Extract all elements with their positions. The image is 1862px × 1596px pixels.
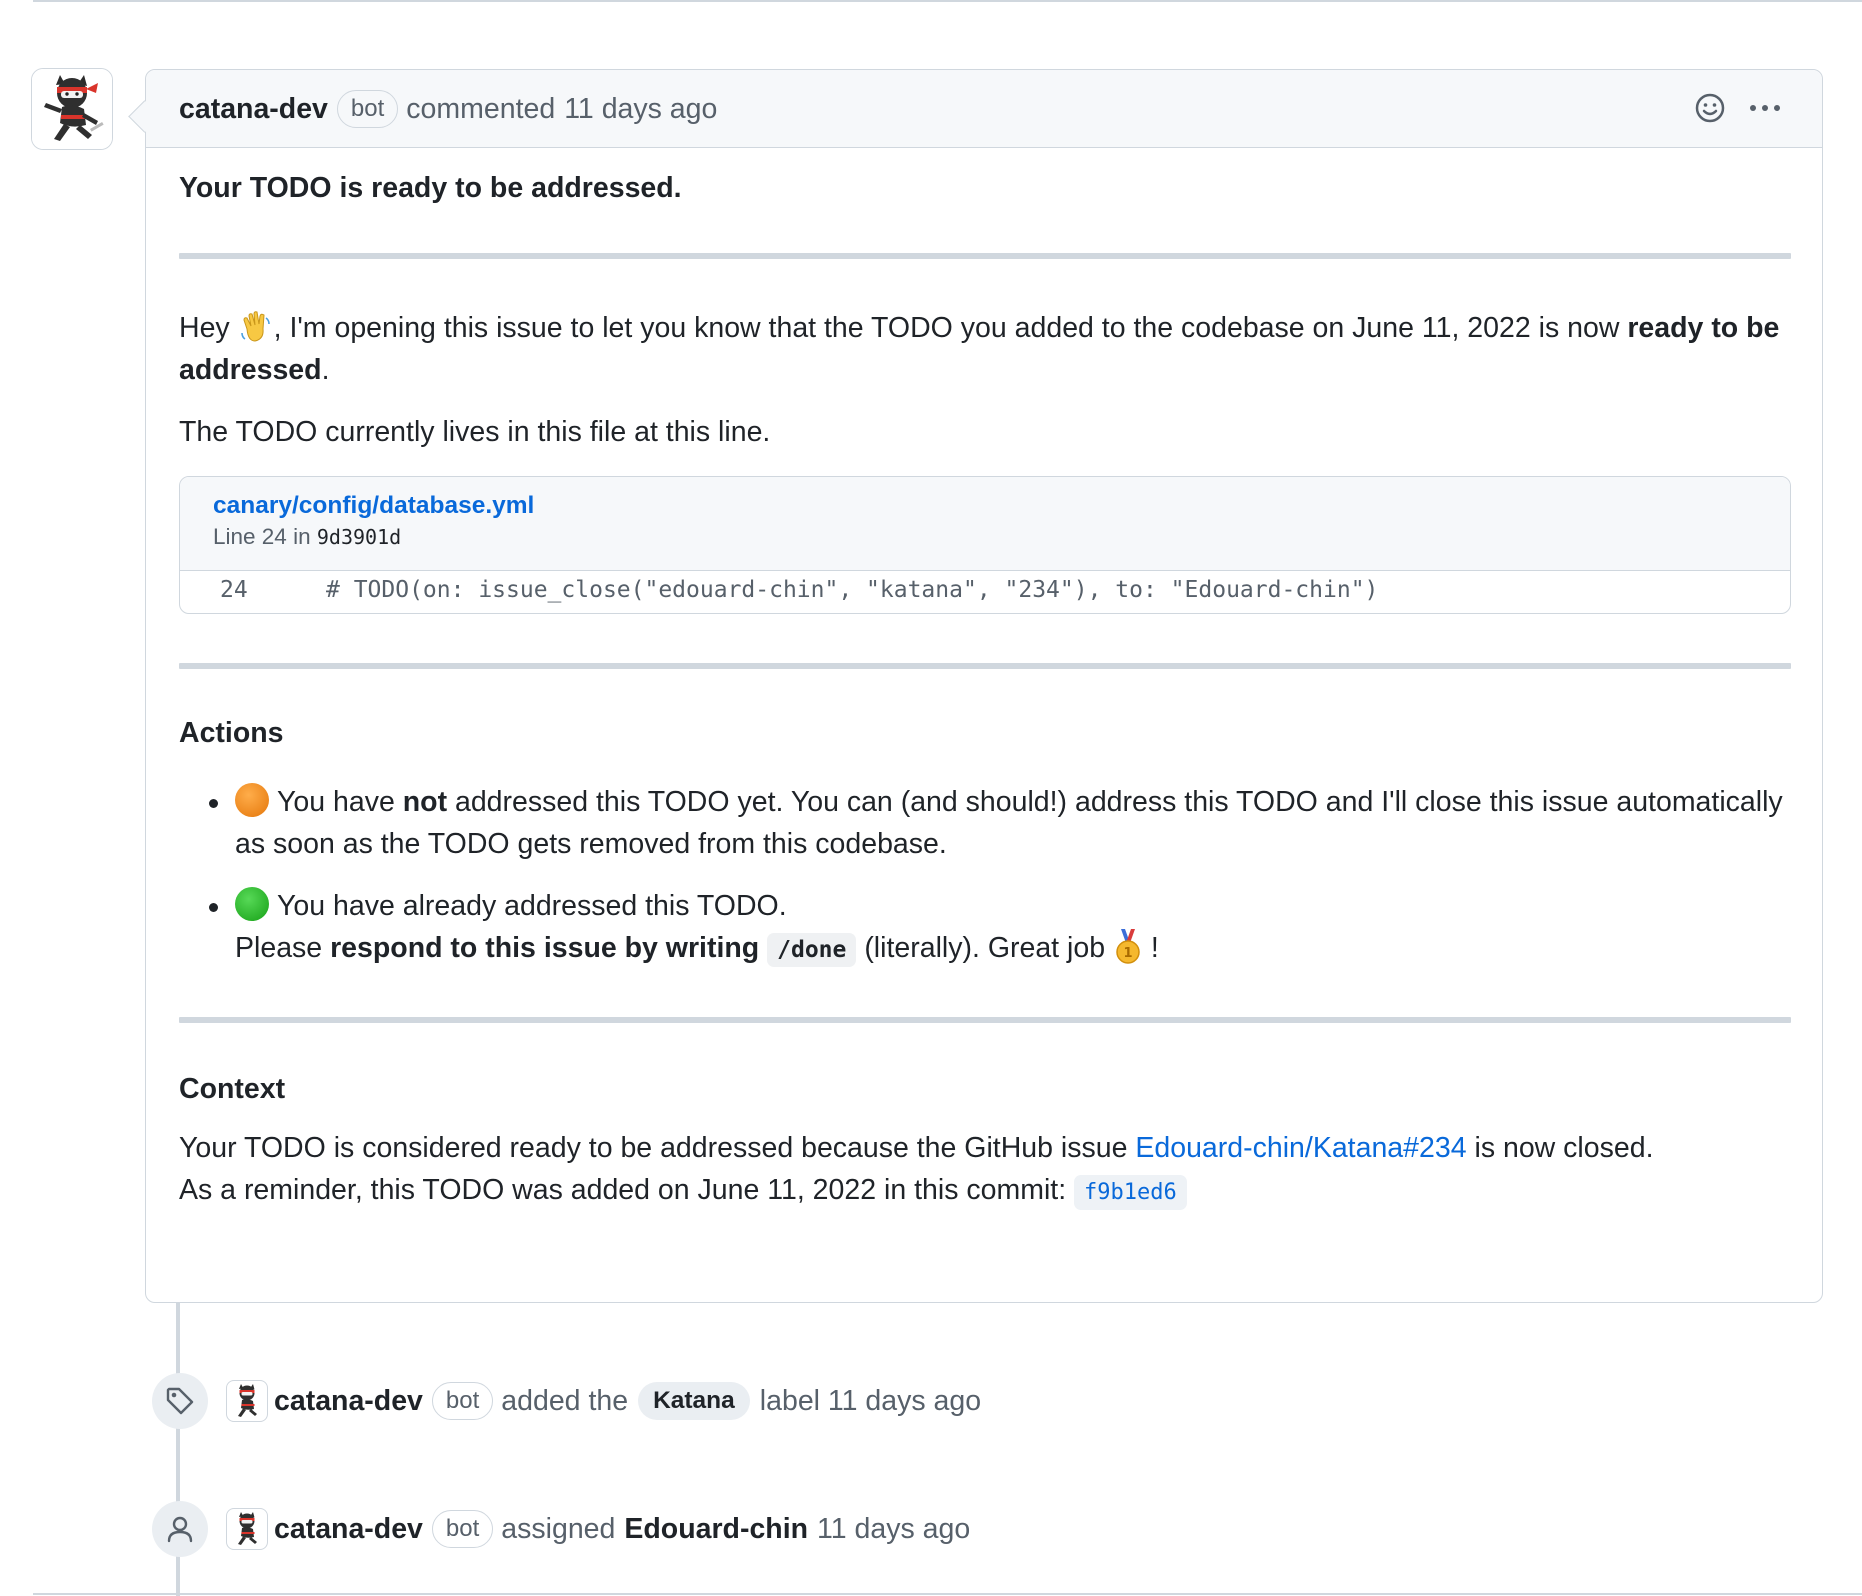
svg-text:1: 1 — [1123, 946, 1132, 961]
event-author-avatar[interactable] — [226, 1380, 268, 1422]
add-reaction-smiley-icon[interactable] — [1694, 92, 1726, 124]
code-text: # TODO(on: issue_close("edouard-chin", "… — [326, 577, 1379, 603]
snippet-header: canary/config/database.yml Line 24 in 9d… — [180, 477, 1790, 571]
ninja-cat-avatar-icon — [238, 1512, 257, 1545]
label-katana[interactable]: Katana — [638, 1382, 750, 1420]
event-timestamp[interactable]: 11 days ago — [817, 1513, 970, 1546]
list-item: You have already addressed this TODO. Pl… — [179, 885, 1791, 971]
list-item: You have not addressed this TODO yet. Yo… — [179, 781, 1791, 865]
assignee-link[interactable]: Edouard-chin — [624, 1513, 808, 1546]
actions-heading: Actions — [179, 717, 284, 749]
ninja-cat-avatar-icon — [32, 69, 112, 149]
snippet-commit-sha: 9d3901d — [316, 525, 402, 549]
commit-sha-link[interactable]: f9b1ed6 — [1074, 1175, 1187, 1210]
comment-author-link[interactable]: catana-dev — [179, 93, 328, 126]
snippet-code-line: 24 # TODO(on: issue_close("edouard-chin"… — [180, 571, 1790, 612]
issue-link[interactable]: Edouard-chin/Katana#234 — [1135, 1132, 1466, 1164]
divider — [179, 663, 1791, 669]
bot-badge: bot — [431, 1382, 494, 1420]
comment-body: Your TODO is ready to be addressed. Hey … — [179, 148, 1791, 1214]
divider — [179, 1017, 1791, 1023]
file-location-text: The TODO currently lives in this file at… — [179, 416, 771, 448]
bottom-divider — [33, 1593, 1862, 1595]
comment-timestamp-link[interactable]: 11 days ago — [564, 93, 717, 126]
intro-paragraph: Hey , I'm opening this issue to let you … — [179, 307, 1791, 391]
top-divider — [33, 0, 1862, 2]
event-author-link[interactable]: catana-dev — [274, 1513, 423, 1546]
issue-comment: catana-dev bot commented 11 days ago You… — [145, 69, 1823, 1303]
person-icon — [167, 1516, 193, 1543]
context-heading: Context — [179, 1073, 286, 1105]
bot-badge: bot — [336, 90, 399, 128]
event-timestamp[interactable]: label 11 days ago — [760, 1385, 981, 1418]
comment-action: commented — [406, 92, 556, 125]
green-circle-icon — [235, 887, 269, 921]
orange-circle-icon — [235, 783, 269, 817]
code-snippet: canary/config/database.yml Line 24 in 9d… — [179, 476, 1791, 614]
more-options-kebab-icon[interactable] — [1748, 92, 1782, 124]
timeline-event-assigned: catana-dev bot assigned Edouard-chin 11 … — [152, 1501, 970, 1557]
comment-header: catana-dev bot commented 11 days ago — [146, 70, 1822, 148]
bot-badge: bot — [431, 1510, 494, 1548]
snippet-line-info: Line 24 in 9d3901d — [213, 524, 402, 549]
author-avatar[interactable] — [31, 68, 113, 150]
event-author-link[interactable]: catana-dev — [274, 1385, 423, 1418]
tag-icon — [166, 1387, 194, 1415]
event-author-avatar[interactable] — [226, 1508, 268, 1550]
comment-title: Your TODO is ready to be addressed. — [179, 172, 682, 204]
snippet-file-link[interactable]: canary/config/database.yml — [213, 491, 1790, 521]
divider — [179, 253, 1791, 259]
timeline-event-label: catana-dev bot added the Katana label 11… — [152, 1373, 981, 1429]
first-place-medal-icon: 1 — [1116, 929, 1140, 964]
waving-hand-icon — [240, 311, 270, 342]
done-command-code: /done — [767, 933, 857, 967]
event-icon-badge — [152, 1501, 208, 1557]
actions-list: You have not addressed this TODO yet. Yo… — [179, 781, 1791, 971]
context-paragraph: Your TODO is considered ready to be addr… — [179, 1127, 1791, 1214]
line-number[interactable]: 24 — [220, 577, 248, 603]
ninja-cat-avatar-icon — [238, 1384, 257, 1417]
event-icon-badge — [152, 1373, 208, 1429]
